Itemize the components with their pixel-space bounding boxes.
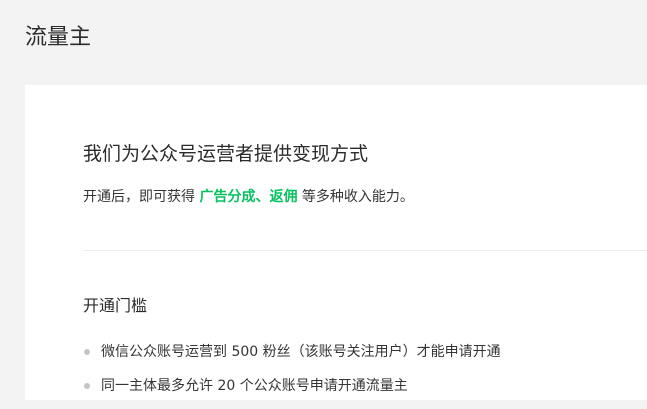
requirement-text: 微信公众账号运营到 500 粉丝（该账号关注用户）才能申请开通: [101, 344, 501, 360]
list-item: 微信公众账号运营到 500 粉丝（该账号关注用户）才能申请开通: [83, 341, 501, 363]
intro-headline: 我们为公众号运营者提供变现方式: [83, 143, 369, 165]
requirement-text: 同一主体最多允许 20 个公众账号申请开通流量主: [101, 378, 408, 394]
intro-desc-suffix: 等多种收入能力。: [297, 189, 414, 205]
section-divider: [83, 250, 647, 251]
page-title: 流量主: [25, 25, 92, 50]
list-item: 同一主体最多允许 20 个公众账号申请开通流量主: [83, 375, 501, 397]
bullet-dot-icon: [84, 383, 90, 389]
intro-desc-highlight: 广告分成、返佣: [199, 189, 298, 205]
requirements-title: 开通门槛: [83, 296, 148, 315]
bullet-dot-icon: [84, 349, 90, 355]
intro-description: 开通后，即可获得 广告分成、返佣 等多种收入能力。: [83, 186, 414, 208]
content-card: 我们为公众号运营者提供变现方式 开通后，即可获得 广告分成、返佣 等多种收入能力…: [25, 85, 647, 400]
requirements-list: 微信公众账号运营到 500 粉丝（该账号关注用户）才能申请开通 同一主体最多允许…: [83, 341, 501, 409]
intro-desc-prefix: 开通后，即可获得: [83, 189, 200, 205]
